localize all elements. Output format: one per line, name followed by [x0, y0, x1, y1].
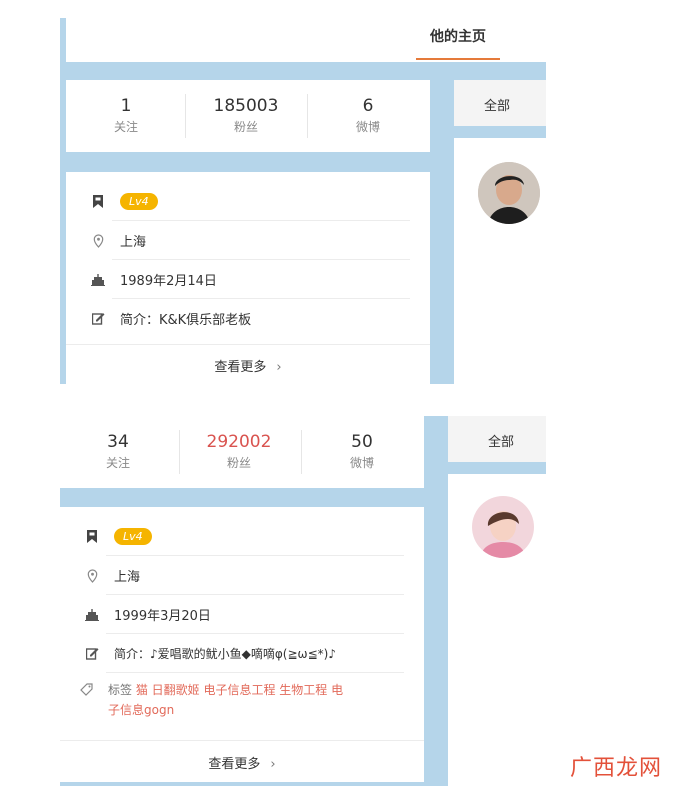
info-row-location: 上海: [60, 556, 424, 595]
stat-weibo[interactable]: 50 微博: [322, 431, 402, 471]
location-pin-icon: [78, 568, 106, 583]
bookmark-icon: [78, 530, 106, 543]
more-divider: [66, 344, 430, 345]
row-divider: [106, 672, 404, 673]
edit-note-icon: [84, 312, 112, 325]
stat-following[interactable]: 1 关注: [86, 95, 166, 135]
stat-divider: [179, 430, 180, 474]
birthday-cake-icon: [78, 608, 106, 621]
tags-label: 标签: [108, 683, 133, 697]
stat-followers-label: 粉丝: [226, 456, 251, 470]
stats-card: 34 关注 292002 粉丝 50 微博: [60, 416, 424, 488]
intro-text: 简介：K&K俱乐部老板: [120, 313, 252, 328]
stat-following-label: 关注: [113, 120, 138, 134]
tab-all-box[interactable]: 全部: [454, 80, 546, 126]
stat-following-label: 关注: [105, 456, 130, 470]
stat-following-count: 1: [120, 96, 132, 116]
view-more-label: 查看更多: [214, 360, 267, 375]
stat-divider: [185, 94, 186, 138]
stat-followers[interactable]: 185003 粉丝: [206, 95, 286, 135]
birthday-cake-icon: [84, 273, 112, 286]
stat-divider: [307, 94, 308, 138]
info-row-level: Lv4: [66, 182, 430, 221]
stats-card: 1 关注 185003 粉丝 6 微博: [66, 80, 430, 152]
info-row-tags: 标签 猫 日翻歌姬 电子信息工程 生物工程 电 子信息gogn: [60, 675, 424, 725]
location-text: 上海: [120, 235, 147, 250]
level-badge[interactable]: Lv4: [114, 528, 152, 545]
tags-list[interactable]: 猫 日翻歌姬 电子信息工程 生物工程 电: [136, 683, 343, 697]
location-pin-icon: [84, 233, 112, 248]
edit-note-icon: [78, 647, 106, 660]
stat-followers-count: 185003: [213, 96, 279, 116]
birthday-text: 1999年3月20日: [114, 609, 211, 624]
tag-icon: [80, 681, 96, 700]
stat-followers-count: 292002: [206, 432, 272, 452]
birthday-text: 1989年2月14日: [120, 274, 217, 289]
intro-text: 简介：♪爱唱歌的鱿小鱼◆嘀嘀φ(≧ω≦*)♪: [114, 647, 336, 661]
view-more-link[interactable]: 查看更多 ›: [66, 356, 430, 375]
view-more-label: 查看更多: [208, 757, 261, 772]
info-card: Lv4 上海 1999年3月20日 简介：♪爱唱歌的鱿小鱼◆嘀嘀φ(≧ω≦*)♪: [60, 507, 424, 782]
level-badge[interactable]: Lv4: [120, 193, 158, 210]
tab-his-homepage[interactable]: 他的主页: [416, 26, 500, 46]
info-row-location: 上海: [66, 221, 430, 260]
stat-weibo-count: 6: [362, 96, 374, 116]
info-row-birthday: 1999年3月20日: [60, 595, 424, 634]
info-row-birthday: 1989年2月14日: [66, 260, 430, 299]
watermark-logo: 广西龙网: [570, 756, 663, 781]
tags-line-2[interactable]: 子信息gogn: [108, 700, 174, 720]
view-more-link[interactable]: 查看更多 ›: [60, 753, 424, 772]
bookmark-icon: [84, 195, 112, 208]
stat-following-count: 34: [107, 432, 129, 452]
stat-weibo-label: 微博: [355, 120, 380, 134]
stat-divider: [301, 430, 302, 474]
stat-weibo[interactable]: 6 微博: [328, 95, 408, 135]
tab-all-label: 全部: [484, 99, 511, 114]
tags-line-1: 标签 猫 日翻歌姬 电子信息工程 生物工程 电: [108, 680, 343, 700]
tab-all-box[interactable]: 全部: [448, 416, 546, 462]
chevron-right-icon: ›: [276, 360, 282, 375]
info-card: Lv4 上海 1989年2月14日 简介：K&K俱乐部老板 查看更多 ›: [66, 172, 430, 384]
location-text: 上海: [114, 570, 141, 585]
more-divider: [60, 740, 424, 741]
active-tab-underline: [416, 58, 500, 60]
avatar[interactable]: [472, 496, 534, 558]
stat-weibo-label: 微博: [349, 456, 374, 470]
info-row-intro: 简介：K&K俱乐部老板: [66, 299, 430, 338]
tab-all-label: 全部: [488, 435, 515, 450]
stat-following[interactable]: 34 关注: [78, 431, 158, 471]
stat-weibo-count: 50: [351, 432, 373, 452]
stat-followers-label: 粉丝: [233, 120, 258, 134]
chevron-right-icon: ›: [270, 757, 276, 772]
avatar[interactable]: [478, 162, 540, 224]
info-row-intro: 简介：♪爱唱歌的鱿小鱼◆嘀嘀φ(≧ω≦*)♪: [60, 634, 424, 673]
info-row-level: Lv4: [60, 517, 424, 556]
stat-followers[interactable]: 292002 粉丝: [199, 431, 279, 471]
